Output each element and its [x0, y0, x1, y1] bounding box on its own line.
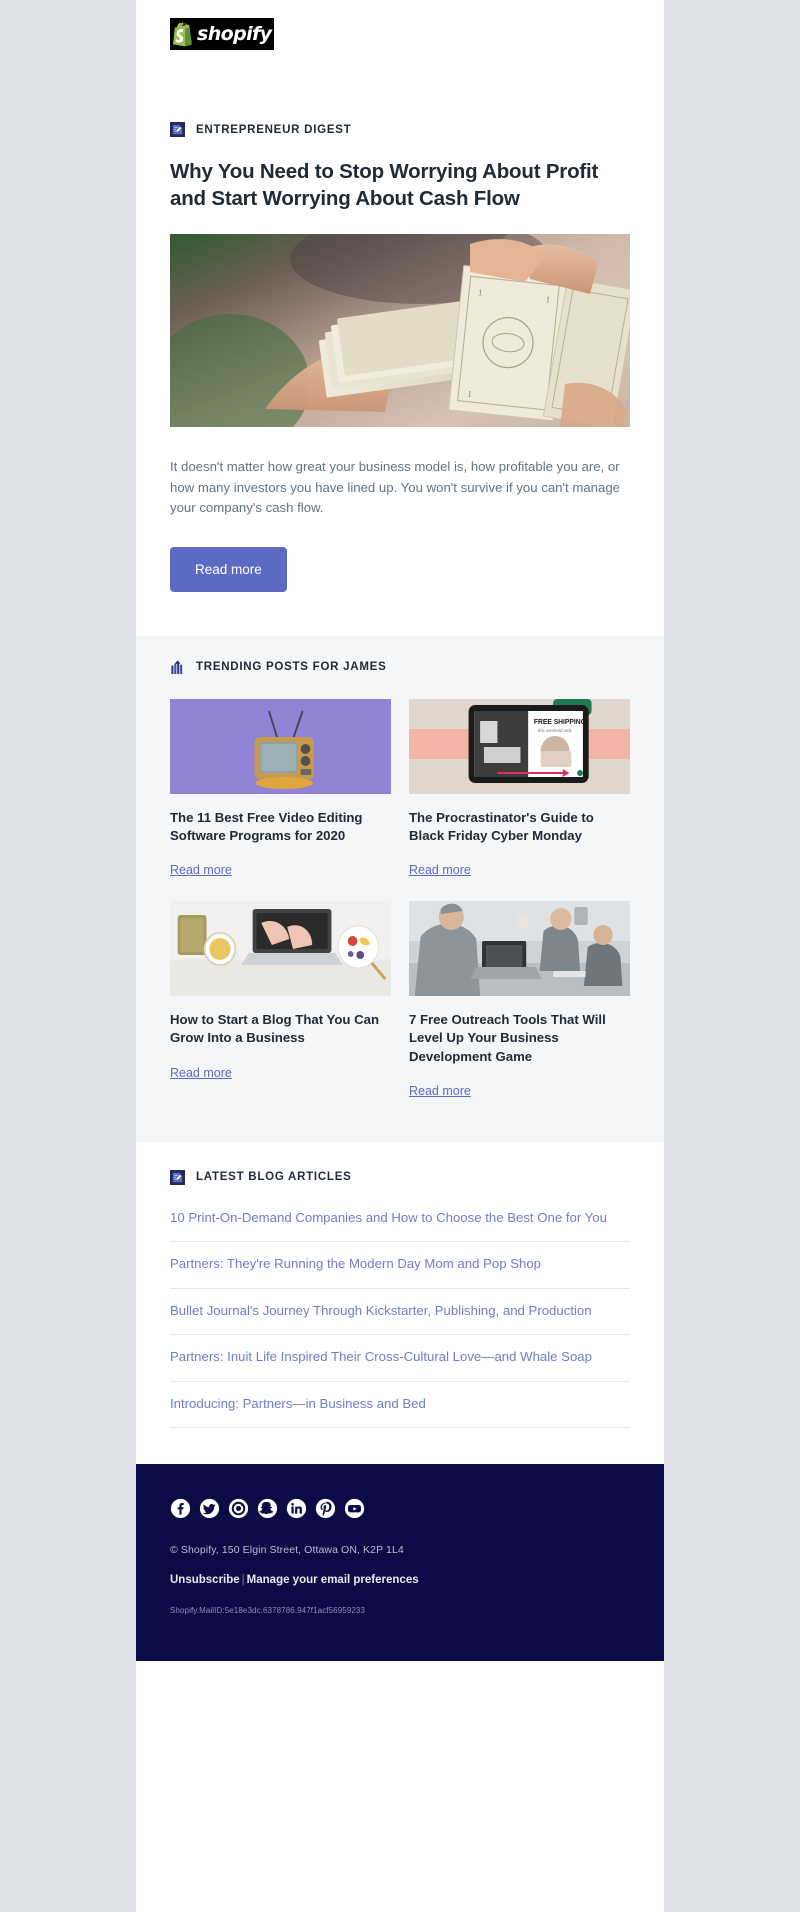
- trending-card-title: The 11 Best Free Video Editing Software …: [170, 809, 363, 843]
- twitter-icon[interactable]: [199, 1498, 220, 1519]
- pinterest-icon[interactable]: [315, 1498, 336, 1519]
- trending-card-image[interactable]: [170, 901, 391, 997]
- trending-card-image[interactable]: [170, 698, 391, 794]
- article-link[interactable]: Partners: They're Running the Modern Day…: [170, 1242, 630, 1289]
- social-links: [170, 1498, 630, 1519]
- article-link[interactable]: Partners: Inuit Life Inspired Their Cros…: [170, 1335, 630, 1382]
- trending-label-text: TRENDING POSTS FOR JAMES: [196, 661, 387, 674]
- retro-tv-art: [170, 698, 391, 794]
- svg-text:FREE SHIPPING: FREE SHIPPING: [534, 719, 586, 726]
- trending-card-link[interactable]: Read more: [409, 1084, 471, 1098]
- shopify-logo[interactable]: shopify: [170, 18, 274, 50]
- trending-label: TRENDING POSTS FOR JAMES: [170, 659, 630, 675]
- office-team-art: [409, 901, 630, 997]
- snapchat-icon[interactable]: [257, 1498, 278, 1519]
- trending-card[interactable]: How to Start a Blog That You Can Grow In…: [170, 901, 391, 1112]
- trending-card-title: The Procrastinator's Guide to Black Frid…: [409, 809, 594, 843]
- laptop-flatlay-art: [170, 901, 391, 997]
- hero-headline: Why You Need to Stop Worrying About Prof…: [170, 160, 599, 210]
- logo-band: shopify: [136, 0, 664, 50]
- trending-card[interactable]: FREE SHIPPING this weekend only The Proc…: [409, 698, 630, 891]
- footer-links: Unsubscribe | Manage your email preference…: [170, 1574, 630, 1586]
- footer-address: © Shopify, 150 Elgin Street, Ottawa ON, …: [170, 1544, 404, 1557]
- trending-card-title: 7 Free Outreach Tools That Will Level Up…: [409, 1012, 606, 1064]
- hero-image: 1 1 1: [170, 234, 630, 428]
- article-list: 10 Print-On-Demand Companies and How to …: [170, 1205, 630, 1429]
- facebook-icon[interactable]: [170, 1498, 191, 1519]
- instagram-icon[interactable]: [228, 1498, 249, 1519]
- article-link[interactable]: Introducing: Partners—in Business and Be…: [170, 1382, 630, 1429]
- article-link[interactable]: Bullet Journal's Journey Through Kicksta…: [170, 1289, 630, 1336]
- footer-mail-id: Shopify.MailID:5e18e3dc.6378786.947f1acf…: [170, 1606, 366, 1616]
- trending-card-title: How to Start a Blog That You Can Grow In…: [170, 1012, 380, 1046]
- hero-description: It doesn't matter how great your busines…: [170, 459, 621, 516]
- trending-card-image[interactable]: FREE SHIPPING this weekend only: [409, 698, 630, 794]
- document-edit-icon: [170, 122, 185, 137]
- shopify-bag-icon: [173, 22, 192, 47]
- trending-card-link[interactable]: Read more: [409, 863, 471, 877]
- youtube-icon[interactable]: [344, 1498, 365, 1519]
- free-shipping-tablet-art: FREE SHIPPING this weekend only: [409, 698, 630, 794]
- document-edit-icon: [170, 1169, 185, 1185]
- shopify-logo-text: shopify: [197, 23, 272, 45]
- hero-read-more-button[interactable]: Read more: [170, 546, 287, 592]
- trending-grid: The 11 Best Free Video Editing Software …: [170, 698, 630, 1112]
- trending-bars-icon: [170, 659, 185, 675]
- latest-articles-section: LATEST BLOG ARTICLES 10 Print-On-Demand …: [136, 1141, 664, 1465]
- svg-text:this weekend only: this weekend only: [538, 729, 573, 734]
- manage-preferences-link[interactable]: Manage your email preferences: [247, 1574, 419, 1586]
- hero-eyebrow-label: ENTREPRENEUR DIGEST: [196, 123, 352, 136]
- hero-section: ENTREPRENEUR DIGEST Why You Need to Stop…: [136, 50, 664, 636]
- trending-card-link[interactable]: Read more: [170, 1066, 232, 1080]
- latest-articles-label-text: LATEST BLOG ARTICLES: [196, 1171, 352, 1184]
- trending-card-link[interactable]: Read more: [170, 863, 232, 877]
- footer-link-separator: |: [241, 1574, 245, 1587]
- trending-section: TRENDING POSTS FOR JAMES The 11 Best Fre…: [136, 635, 664, 1142]
- unsubscribe-link[interactable]: Unsubscribe: [170, 1574, 240, 1586]
- trending-card-image[interactable]: [409, 901, 630, 997]
- hero-eyebrow: ENTREPRENEUR DIGEST: [170, 122, 630, 137]
- trending-card[interactable]: 7 Free Outreach Tools That Will Level Up…: [409, 901, 630, 1112]
- latest-articles-label: LATEST BLOG ARTICLES: [170, 1169, 630, 1185]
- linkedin-icon[interactable]: [286, 1498, 307, 1519]
- article-link[interactable]: 10 Print-On-Demand Companies and How to …: [170, 1205, 630, 1243]
- hero-image-art: 1 1 1: [170, 234, 630, 428]
- email-footer: © Shopify, 150 Elgin Street, Ottawa ON, …: [136, 1464, 664, 1662]
- email-body: shopify ENTREPRENEUR DIGEST Why You Need…: [136, 0, 664, 1912]
- trending-card[interactable]: The 11 Best Free Video Editing Software …: [170, 698, 391, 891]
